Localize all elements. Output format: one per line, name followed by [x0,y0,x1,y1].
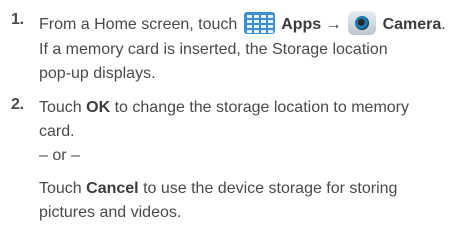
step-line: pop-up displays. [39,65,156,82]
step-number: 1. [11,11,24,28]
instruction-page: 1. From a Home screen, touch Apps → Came… [0,0,476,248]
step-line: Touch OK to change the storage location … [39,96,472,120]
apps-grid-icon [243,12,275,34]
step-body: From a Home screen, touch Apps → Camera.… [39,11,472,86]
ok-label: OK [86,99,111,116]
step-number: 2. [11,96,24,113]
camera-label: Camera [382,16,442,33]
step-text: to change the storage location to memory [114,99,409,116]
apps-label: Apps [281,16,322,33]
arrow: → [325,16,342,33]
step-text: to use the device storage for storing [143,180,398,197]
step-line: card. [39,123,75,140]
cancel-label: Cancel [86,180,139,197]
punctuation: . [441,16,446,33]
step-body: Touch OK to change the storage location … [39,96,472,225]
step-line: From a Home screen, touch Apps → Camera. [39,11,472,35]
step-text: Touch [39,99,82,116]
camera-icon [348,11,377,35]
step-text: From a Home screen, touch [39,16,238,33]
step-text: Touch [39,180,82,197]
step-line: Touch Cancel to use the device storage f… [39,177,472,201]
step-line: If a memory card is inserted, the Storag… [39,41,388,58]
step-line: pictures and videos. [39,204,182,221]
or-separator: – or – [39,147,80,164]
